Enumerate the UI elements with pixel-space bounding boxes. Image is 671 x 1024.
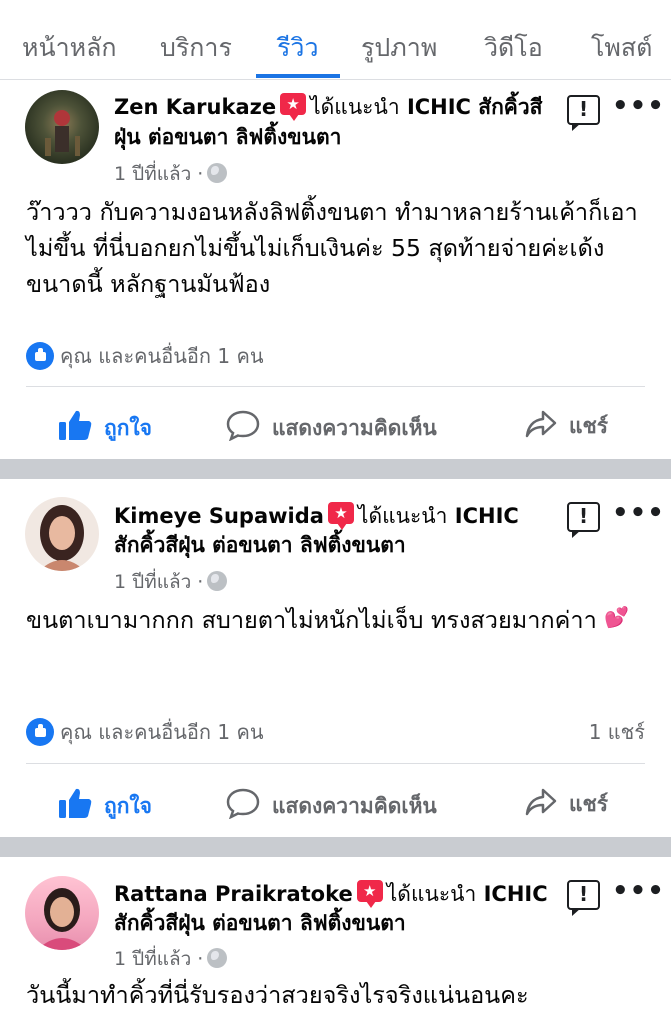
page-name[interactable]: ICHIC [484,882,548,906]
reactions-summary[interactable]: คุณ และคนอื่นอีก 1 คน [26,716,264,748]
post-text-content: ขนตาเบามากกก สบายตาไม่หนักไม่เจ็บ ทรงสวย… [26,606,597,634]
report-icon[interactable]: ! [567,880,600,916]
share-arrow-icon [525,410,557,438]
reactions-text: คุณ และคนอื่นอีก 1 คน [60,720,264,744]
recommend-flag-icon: ★ [356,880,383,908]
recommend-prefix: ได้แนะนำ [357,504,448,528]
author-name[interactable]: Zen Karukaze [114,95,276,119]
report-icon[interactable]: ! [567,502,600,538]
avatar[interactable] [25,497,99,571]
page-name-continued[interactable]: ฝุ่น ต่อขนตา ลิฟติ้งขนตา [114,122,341,152]
share-label: แชร์ [569,792,609,816]
globe-icon [207,948,228,968]
tab-reviews[interactable]: รีวิว [277,28,319,68]
more-options-icon[interactable]: ••• [612,93,665,119]
avatar-photo-icon [45,110,80,156]
time-text: 1 ปีที่แล้ว · [114,163,204,185]
post-text: ขนตาเบามากกก สบายตาไม่หนักไม่เจ็บ ทรงสวย… [26,599,646,638]
recommend-prefix: ได้แนะนำ [310,95,400,119]
tab-videos[interactable]: วิดีโอ [484,28,543,68]
time-text: 1 ปีที่แล้ว · [114,571,204,593]
share-button[interactable]: แชร์ [525,409,608,443]
thumbs-up-icon [59,410,92,440]
like-label: ถูกใจ [104,416,152,440]
post-timestamp[interactable]: 1 ปีที่แล้ว · [114,567,228,597]
reactions-text: คุณ และคนอื่นอีก 1 คน [60,344,264,368]
action-divider [26,763,645,764]
avatar-photo-icon [37,888,87,950]
page-name-continued[interactable]: สักคิ้วสีฝุ่น ต่อขนตา ลิฟติ้งขนตา [114,530,406,560]
like-button[interactable]: ถูกใจ [58,409,152,445]
like-label: ถูกใจ [104,794,152,818]
like-button[interactable]: ถูกใจ [58,787,152,823]
share-button[interactable]: แชร์ [525,787,608,821]
reactions-summary[interactable]: คุณ และคนอื่นอีก 1 คน [26,340,264,372]
recommend-flag-icon: ★ [327,502,354,530]
like-reaction-icon [26,718,54,746]
author-name[interactable]: Rattana Praikratoke [114,882,353,906]
like-reaction-icon [26,342,54,370]
more-options-icon[interactable]: ••• [612,878,665,904]
recommend-prefix: ได้แนะนำ [386,882,477,906]
two-hearts-emoji-icon: 💕 [604,605,630,629]
comment-label: แสดงความคิดเห็น [272,794,437,818]
more-options-icon[interactable]: ••• [612,500,665,526]
shares-count[interactable]: 1 แชร์ [589,716,645,748]
avatar-photo-icon [39,505,85,571]
globe-icon [207,163,228,183]
recommend-flag-icon: ★ [280,93,307,121]
post-timestamp[interactable]: 1 ปีที่แล้ว · [114,159,228,189]
globe-icon [207,571,228,591]
page-name-continued[interactable]: สักคิ้วสีฝุ่น ต่อขนตา ลิฟติ้งขนตา [114,908,406,938]
post-separator [0,837,671,857]
author-name[interactable]: Kimeye Supawida [114,504,324,528]
avatar[interactable] [25,876,99,950]
post-header-line-1: Zen Karukaze ★ ได้แนะนำ ICHIC สักคิ้วสี [114,92,542,122]
time-text: 1 ปีที่แล้ว · [114,948,204,970]
post-text: วันนี้มาทำคิ้วที่นี่รับรองว่าสวยจริงไรจร… [26,981,529,1009]
share-arrow-icon [525,788,557,816]
tab-photos[interactable]: รูปภาพ [361,28,437,68]
action-divider [26,386,645,387]
active-tab-indicator [256,74,340,78]
tab-home[interactable]: หน้าหลัก [22,28,117,68]
page-name[interactable]: ICHIC สักคิ้วสี [407,95,543,119]
comment-bubble-icon [226,788,260,819]
page-name[interactable]: ICHIC [455,504,519,528]
post-header-line-1: Kimeye Supawida ★ ได้แนะนำ ICHIC [114,501,519,531]
comment-button[interactable]: แสดงความคิดเห็น [226,787,437,823]
avatar[interactable] [25,90,99,164]
post-header-line-1: Rattana Praikratoke ★ ได้แนะนำ ICHIC [114,879,548,909]
thumbs-up-icon [59,788,92,818]
comment-bubble-icon [226,410,260,441]
comment-button[interactable]: แสดงความคิดเห็น [226,409,437,445]
report-icon[interactable]: ! [567,95,600,131]
post-timestamp[interactable]: 1 ปีที่แล้ว · [114,944,228,974]
comment-label: แสดงความคิดเห็น [272,416,437,440]
post-text: ว๊าววว กับความงอนหลังลิฟติ้งขนตา ทำมาหลา… [26,198,638,298]
tab-services[interactable]: บริการ [160,28,232,68]
page-tab-bar: หน้าหลัก บริการ รีวิว รูปภาพ วิดีโอ โพสต… [0,0,671,80]
post-separator [0,459,671,479]
share-label: แชร์ [569,414,609,438]
tab-posts[interactable]: โพสต์ [591,28,652,68]
